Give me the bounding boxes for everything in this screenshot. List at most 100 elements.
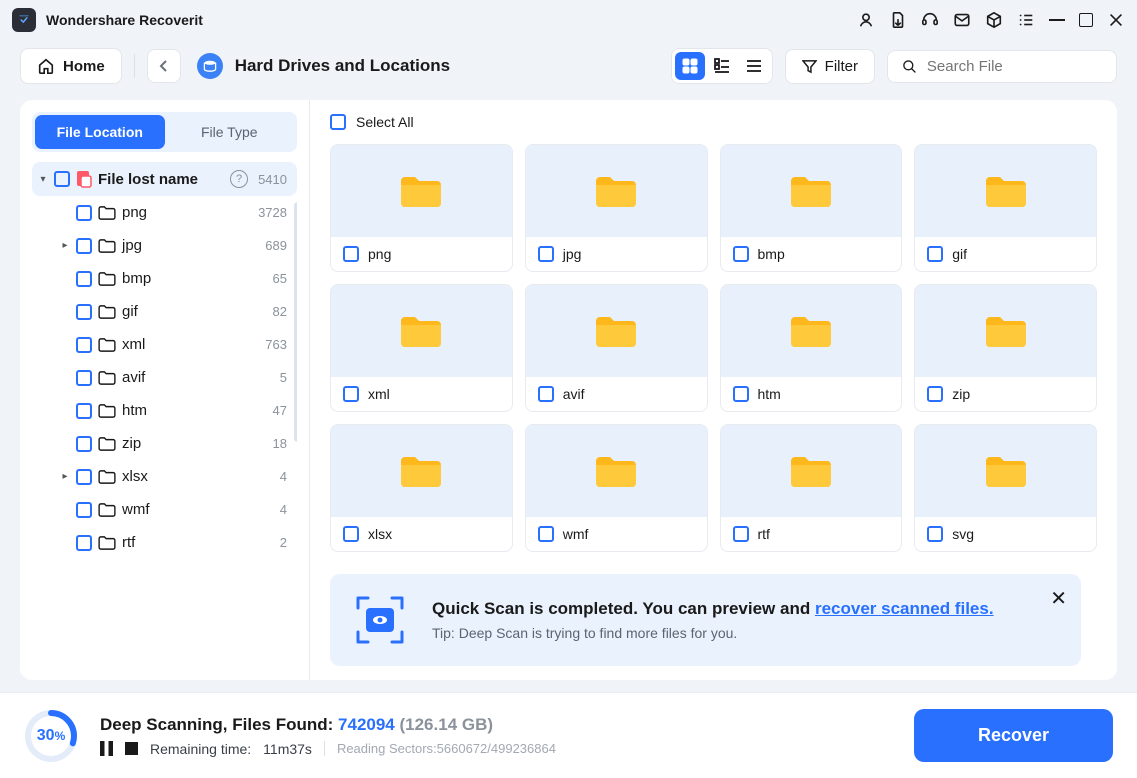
scrollbar[interactable]	[294, 202, 297, 442]
tree-item-wmf[interactable]: wmf4	[32, 493, 297, 526]
tree-item-count: 763	[265, 337, 291, 352]
recover-files-link[interactable]: recover scanned files.	[815, 599, 994, 618]
title-bar: Wondershare Recoverit	[0, 0, 1137, 40]
mail-icon[interactable]	[953, 11, 971, 29]
checkbox[interactable]	[76, 403, 92, 419]
collapse-icon[interactable]: ▾	[38, 174, 48, 185]
search-input[interactable]	[927, 58, 1102, 75]
folder-card-rtf[interactable]: rtf	[720, 424, 903, 552]
view-grid-button[interactable]	[675, 52, 705, 80]
list-icon[interactable]	[1017, 11, 1035, 29]
checkbox[interactable]	[343, 246, 359, 262]
expand-icon[interactable]: ▸	[60, 240, 70, 251]
checkbox[interactable]	[76, 370, 92, 386]
checkbox[interactable]	[538, 246, 554, 262]
tree-item-label: jpg	[122, 237, 142, 254]
tree-item-bmp[interactable]: bmp65	[32, 262, 297, 295]
tree-item-png[interactable]: png3728	[32, 196, 297, 229]
folder-label: rtf	[758, 526, 770, 542]
view-list-button[interactable]	[707, 52, 737, 80]
tree-item-rtf[interactable]: rtf2	[32, 526, 297, 559]
folder-card-xml[interactable]: xml	[330, 284, 513, 412]
sidebar: File Location File Type ▾ File lost name…	[20, 100, 310, 680]
checkbox[interactable]	[343, 526, 359, 542]
home-button[interactable]: Home	[20, 48, 122, 84]
folder-icon	[98, 239, 116, 253]
tree-item-avif[interactable]: avif5	[32, 361, 297, 394]
checkbox[interactable]	[76, 337, 92, 353]
folder-card-svg[interactable]: svg	[914, 424, 1097, 552]
checkbox[interactable]	[76, 205, 92, 221]
checkbox[interactable]	[76, 502, 92, 518]
stop-button[interactable]	[125, 742, 138, 755]
file-icon[interactable]	[889, 11, 907, 29]
tree-item-xlsx[interactable]: ▸xlsx4	[32, 460, 297, 493]
checkbox[interactable]	[733, 526, 749, 542]
folder-card-gif[interactable]: gif	[914, 144, 1097, 272]
folder-card-wmf[interactable]: wmf	[525, 424, 708, 552]
back-button[interactable]	[147, 49, 181, 83]
pause-button[interactable]	[100, 741, 113, 756]
checkbox[interactable]	[76, 238, 92, 254]
checkbox[interactable]	[927, 526, 943, 542]
folder-label: wmf	[563, 526, 589, 542]
tree-item-count: 4	[280, 502, 291, 517]
checkbox[interactable]	[927, 386, 943, 402]
folder-icon	[789, 173, 833, 209]
folder-label: avif	[563, 386, 585, 402]
minimize-icon[interactable]	[1049, 19, 1065, 21]
filter-button[interactable]: Filter	[785, 49, 875, 84]
folder-card-avif[interactable]: avif	[525, 284, 708, 412]
tree-item-xml[interactable]: xml763	[32, 328, 297, 361]
tab-file-type[interactable]: File Type	[165, 115, 295, 149]
help-icon[interactable]: ?	[230, 170, 248, 188]
tree-root[interactable]: ▾ File lost name ? 5410	[32, 162, 297, 196]
maximize-icon[interactable]	[1079, 13, 1093, 27]
search-box[interactable]	[887, 50, 1117, 83]
tree-item-zip[interactable]: zip18	[32, 427, 297, 460]
tree-item-label: gif	[122, 303, 138, 320]
checkbox[interactable]	[54, 171, 70, 187]
folder-icon	[98, 338, 116, 352]
banner-title: Quick Scan is completed. You can preview…	[432, 599, 994, 619]
tree-item-label: rtf	[122, 534, 135, 551]
folder-icon	[98, 404, 116, 418]
close-icon[interactable]	[1107, 11, 1125, 29]
checkbox[interactable]	[76, 436, 92, 452]
tree-item-htm[interactable]: htm47	[32, 394, 297, 427]
box-icon[interactable]	[985, 11, 1003, 29]
progress-indicator: 30%	[24, 709, 78, 763]
checkbox[interactable]	[76, 271, 92, 287]
tree-item-jpg[interactable]: ▸jpg689	[32, 229, 297, 262]
checkbox[interactable]	[76, 304, 92, 320]
tab-file-location[interactable]: File Location	[35, 115, 165, 149]
checkbox[interactable]	[733, 246, 749, 262]
folder-card-htm[interactable]: htm	[720, 284, 903, 412]
footer-bar: 30% Deep Scanning, Files Found: 742094 (…	[0, 692, 1137, 778]
folder-card-xlsx[interactable]: xlsx	[330, 424, 513, 552]
support-icon[interactable]	[921, 11, 939, 29]
select-all-checkbox[interactable]	[330, 114, 346, 130]
folder-label: svg	[952, 526, 974, 542]
app-logo	[12, 8, 36, 32]
checkbox[interactable]	[343, 386, 359, 402]
recover-button[interactable]: Recover	[914, 709, 1113, 762]
folder-card-png[interactable]: png	[330, 144, 513, 272]
folder-card-zip[interactable]: zip	[914, 284, 1097, 412]
checkbox[interactable]	[76, 469, 92, 485]
tree-item-label: avif	[122, 369, 145, 386]
checkbox[interactable]	[76, 535, 92, 551]
folder-card-jpg[interactable]: jpg	[525, 144, 708, 272]
app-title: Wondershare Recoverit	[46, 12, 203, 28]
checkbox[interactable]	[927, 246, 943, 262]
view-lines-button[interactable]	[739, 52, 769, 80]
checkbox[interactable]	[538, 526, 554, 542]
account-icon[interactable]	[857, 11, 875, 29]
banner-close-button[interactable]: ✕	[1050, 586, 1067, 611]
checkbox[interactable]	[733, 386, 749, 402]
expand-icon[interactable]: ▸	[60, 471, 70, 482]
folder-card-bmp[interactable]: bmp	[720, 144, 903, 272]
tree-item-gif[interactable]: gif82	[32, 295, 297, 328]
checkbox[interactable]	[538, 386, 554, 402]
scan-icon	[352, 592, 408, 648]
